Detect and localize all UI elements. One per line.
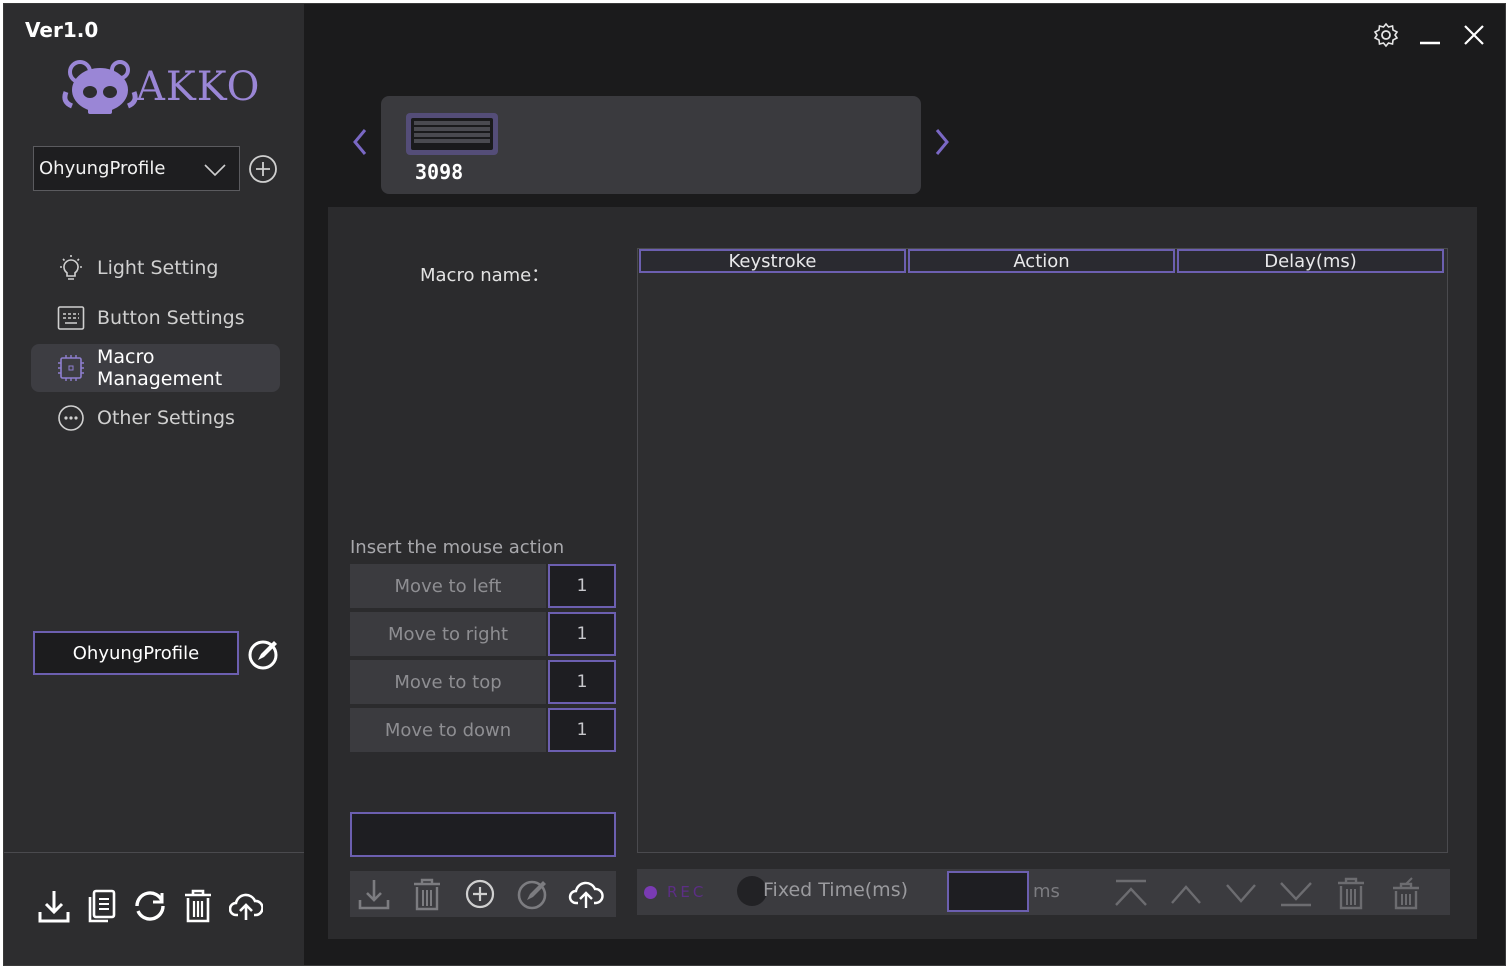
keyboard-icon xyxy=(57,306,85,330)
sidebar-item-label: Button Settings xyxy=(97,307,245,329)
macro-toolbar xyxy=(350,871,616,917)
move-down-button[interactable]: Move to down xyxy=(350,708,546,752)
sidebar-item-label: Other Settings xyxy=(97,407,235,429)
delete-step-icon[interactable] xyxy=(1333,875,1369,911)
import-icon[interactable] xyxy=(37,888,71,924)
sidebar-item-label: Macro Management xyxy=(97,346,223,390)
copy-icon[interactable] xyxy=(85,888,119,924)
akko-skull-icon xyxy=(62,60,138,114)
keyboard-device-icon xyxy=(406,113,498,155)
column-header-keystroke: Keystroke xyxy=(639,249,906,273)
sidebar-toolbar xyxy=(37,888,263,924)
macro-steps-table: Keystroke Action Delay(ms) xyxy=(637,248,1448,853)
sidebar: Ver1.0 AKKO OhyungProfile Light Setting … xyxy=(4,4,304,965)
mouse-action-list: Move to left 1 Move to right 1 Move to t… xyxy=(350,564,616,756)
record-button[interactable]: REC xyxy=(667,883,706,901)
move-left-amount-input[interactable]: 1 xyxy=(548,564,616,608)
sidebar-item-other-settings[interactable]: Other Settings xyxy=(31,394,280,442)
more-dots-icon xyxy=(58,405,84,431)
macro-name-label: Macro name： xyxy=(420,265,550,286)
move-to-top-icon[interactable] xyxy=(1113,875,1149,911)
gear-icon[interactable] xyxy=(1373,22,1399,48)
move-right-amount-input[interactable]: 1 xyxy=(548,612,616,656)
mouse-action-label: Insert the mouse action xyxy=(350,537,565,558)
macro-panel: Macro name： Insert the mouse action Move… xyxy=(328,207,1477,939)
column-header-delay: Delay(ms) xyxy=(1177,249,1444,273)
move-up-icon[interactable] xyxy=(1168,875,1204,911)
edit-icon[interactable] xyxy=(247,637,281,671)
fixed-time-label: Fixed Time(ms) xyxy=(763,879,909,901)
move-top-amount-input[interactable]: 1 xyxy=(548,660,616,704)
profile-dropdown-value: OhyungProfile xyxy=(39,158,166,179)
light-bulb-icon xyxy=(60,255,82,280)
upload-macro-icon[interactable] xyxy=(568,876,604,912)
reset-icon[interactable] xyxy=(133,888,167,924)
macro-name-input[interactable] xyxy=(350,812,616,857)
move-right-button[interactable]: Move to right xyxy=(350,612,546,656)
profile-name-field[interactable]: OhyungProfile xyxy=(33,631,239,675)
chevron-right-icon[interactable] xyxy=(932,124,954,160)
cloud-upload-icon[interactable] xyxy=(229,888,263,924)
app-version: Ver1.0 xyxy=(25,18,99,42)
move-left-button[interactable]: Move to left xyxy=(350,564,546,608)
add-profile-icon[interactable] xyxy=(248,154,278,184)
app-window: Ver1.0 AKKO OhyungProfile Light Setting … xyxy=(3,3,1506,966)
edit-macro-icon[interactable] xyxy=(515,876,551,912)
device-name: 3098 xyxy=(415,160,464,184)
sidebar-item-label: Light Setting xyxy=(97,257,219,279)
clear-all-icon[interactable] xyxy=(1388,875,1424,911)
delete-macro-icon[interactable] xyxy=(409,876,445,912)
step-toolbar xyxy=(1113,875,1424,911)
window-controls xyxy=(1373,22,1487,48)
sidebar-divider xyxy=(4,852,304,853)
sidebar-item-light-setting[interactable]: Light Setting xyxy=(31,244,280,292)
device-card[interactable]: 3098 xyxy=(381,96,921,194)
akko-logo-text: AKKO xyxy=(136,64,261,110)
move-top-button[interactable]: Move to top xyxy=(350,660,546,704)
mouse-action-row: Move to right 1 xyxy=(350,612,616,656)
chevron-down-icon xyxy=(204,164,226,177)
profile-dropdown[interactable]: OhyungProfile xyxy=(33,146,240,191)
trash-icon[interactable] xyxy=(181,888,215,924)
fixed-time-input[interactable] xyxy=(947,871,1029,912)
mouse-action-row: Move to down 1 xyxy=(350,708,616,752)
move-to-bottom-icon[interactable] xyxy=(1278,875,1314,911)
minimize-icon[interactable] xyxy=(1417,22,1443,48)
mouse-action-row: Move to left 1 xyxy=(350,564,616,608)
chevron-left-icon[interactable] xyxy=(348,124,370,160)
add-macro-icon[interactable] xyxy=(462,876,498,912)
sidebar-item-button-settings[interactable]: Button Settings xyxy=(31,294,280,342)
ms-unit-label: ms xyxy=(1033,881,1060,902)
import-macro-icon[interactable] xyxy=(356,876,392,912)
akko-logo: AKKO xyxy=(62,58,259,120)
mouse-action-row: Move to top 1 xyxy=(350,660,616,704)
table-header: Keystroke Action Delay(ms) xyxy=(639,249,1444,273)
move-down-icon[interactable] xyxy=(1223,875,1259,911)
chip-icon xyxy=(58,355,84,381)
record-bar: REC Fixed Time(ms) ms xyxy=(637,869,1450,915)
move-down-amount-input[interactable]: 1 xyxy=(548,708,616,752)
close-icon[interactable] xyxy=(1461,22,1487,48)
sidebar-nav: Light Setting Button Settings Macro Mana… xyxy=(31,244,280,444)
column-header-action: Action xyxy=(908,249,1175,273)
record-indicator xyxy=(644,886,657,899)
sidebar-item-macro-management[interactable]: Macro Management xyxy=(31,344,280,392)
